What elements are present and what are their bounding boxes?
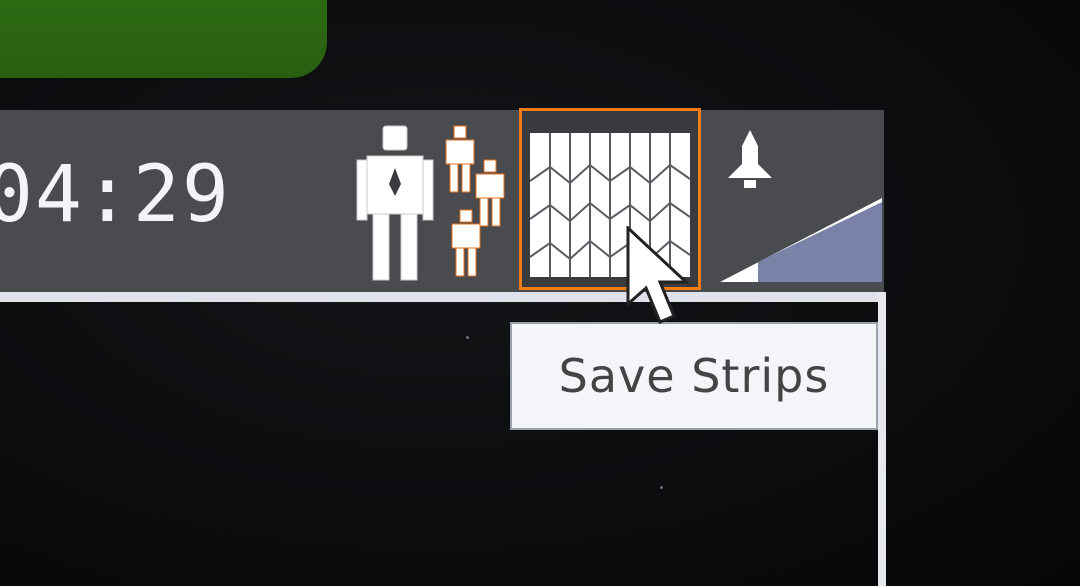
monitor-screen: 04:29 Save Strips (0, 0, 1080, 586)
toolbar-divider (0, 292, 884, 302)
alarm-bell-icon[interactable] (720, 124, 780, 194)
volume-ramp-icon[interactable] (718, 196, 884, 284)
multiple-patients-icon[interactable] (440, 124, 510, 284)
green-status-tab[interactable] (0, 0, 327, 78)
mouse-cursor-icon (624, 224, 698, 330)
single-patient-icon[interactable] (355, 124, 435, 284)
panel-right-edge (878, 292, 886, 586)
screen-dust (660, 486, 663, 489)
screen-dust (466, 336, 469, 339)
tooltip: Save Strips (510, 322, 878, 430)
clock-time: 04:29 (0, 150, 231, 240)
tooltip-text: Save Strips (558, 349, 830, 403)
